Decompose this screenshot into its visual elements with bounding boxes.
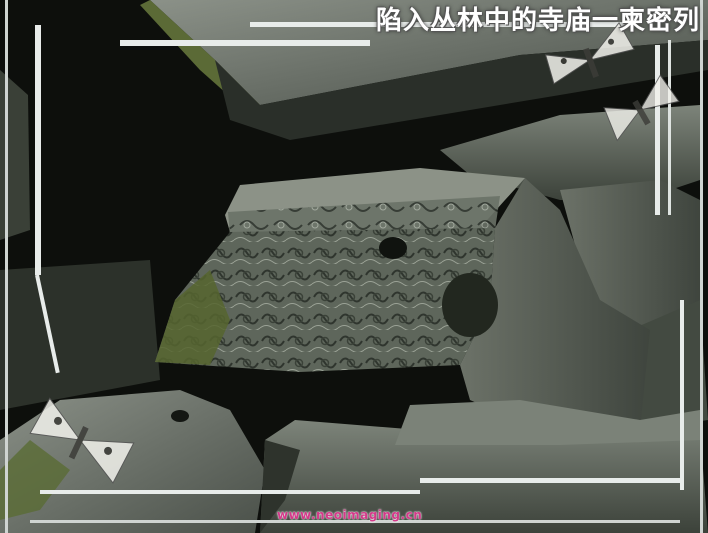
page-title: 陷入丛林中的寺庙一柬密列	[375, 6, 700, 36]
photo-scene	[0, 0, 708, 533]
carved-block-hollow	[442, 273, 498, 337]
frame-line	[35, 25, 41, 275]
frame-line	[700, 0, 703, 533]
bottom-left-hole	[171, 410, 189, 422]
frame-line	[120, 40, 370, 46]
left-stone	[0, 70, 30, 240]
watermark-text: www.neoimaging.cn	[277, 508, 423, 522]
frame-line	[420, 478, 680, 483]
frame-line	[40, 490, 420, 494]
frame-line	[680, 300, 684, 490]
carved-block-hole	[379, 237, 407, 259]
frame-line	[655, 45, 660, 215]
frame-line	[5, 0, 8, 533]
frame-line	[668, 40, 671, 215]
